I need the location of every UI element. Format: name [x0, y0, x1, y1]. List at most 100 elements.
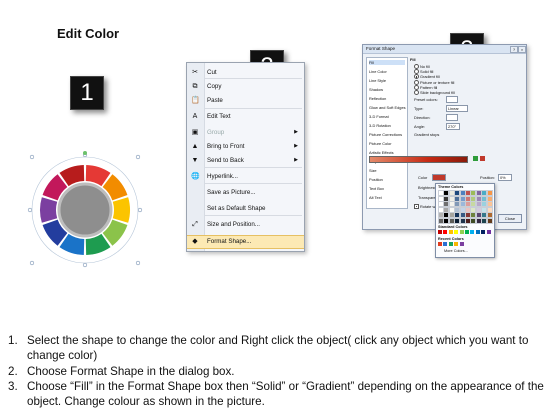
resize-handle[interactable] — [82, 262, 88, 268]
stop-color-button[interactable] — [432, 174, 446, 181]
group-icon: ▣ — [191, 129, 199, 136]
resize-handle[interactable] — [29, 154, 35, 160]
context-menu-item[interactable]: Save as Picture... — [187, 187, 304, 199]
fill-option-radio[interactable] — [414, 90, 419, 95]
context-menu-item[interactable]: 🌐 Hyperlink... — [187, 171, 304, 183]
position-label: Position: — [480, 175, 495, 180]
nav-item[interactable]: Alt Text — [369, 195, 382, 200]
context-menu-item[interactable]: ▲ Bring to Front ▶ — [187, 141, 304, 153]
menu-separator — [205, 167, 302, 168]
standard-color-swatch[interactable] — [475, 230, 480, 234]
position-spinner[interactable]: 0% — [498, 174, 512, 181]
page-title: Edit Color — [57, 26, 120, 41]
context-menu-item-label: Format Shape... — [207, 238, 252, 245]
color-wheel[interactable] — [25, 150, 145, 270]
fill-option-label: Slide background fill — [420, 90, 455, 95]
context-menu-item[interactable]: A Edit Text — [187, 111, 304, 123]
recent-color-swatch[interactable] — [454, 242, 459, 246]
nav-item[interactable]: Picture Color — [369, 141, 392, 146]
nav-item[interactable]: Shadow — [369, 87, 383, 92]
theme-colors-label: Theme Colors — [438, 185, 464, 189]
context-menu-item-label: Set as Default Shape — [207, 205, 266, 212]
theme-color-swatch[interactable] — [486, 218, 493, 224]
type-value: Linear — [448, 106, 459, 112]
resize-handle[interactable] — [135, 260, 141, 266]
submenu-arrow-icon: ▶ — [294, 157, 298, 163]
more-colors-link[interactable]: More Colors... — [444, 249, 468, 253]
wheel-center[interactable] — [57, 182, 113, 238]
edit-text-icon: A — [192, 113, 198, 120]
nav-item[interactable]: Line Color — [369, 69, 387, 74]
standard-color-swatch[interactable] — [459, 230, 464, 234]
send-to-back-icon: ▼ — [191, 157, 199, 164]
size-position-icon: ⤢ — [192, 221, 198, 228]
nav-item[interactable]: Artistic Effects — [369, 150, 394, 155]
context-menu-item[interactable]: ◆ Format Shape... — [187, 235, 304, 249]
nav-item[interactable]: Reflection — [369, 96, 386, 101]
nav-item[interactable]: Size — [369, 168, 377, 173]
close-icon[interactable]: × — [518, 46, 526, 53]
standard-color-swatch[interactable] — [443, 230, 448, 234]
menu-separator — [205, 108, 302, 109]
preset-colors-dropdown[interactable] — [446, 96, 458, 103]
standard-color-swatch[interactable] — [470, 230, 475, 234]
context-menu-item[interactable]: ▣ Group ▶ — [187, 127, 304, 139]
instruction-step: 2. Choose Format Shape in the dialog box. — [8, 364, 553, 379]
menu-separator — [205, 78, 302, 79]
resize-handle[interactable] — [137, 207, 143, 213]
fill-option-radio[interactable] — [414, 74, 419, 80]
angle-spinner[interactable]: 270° — [446, 123, 460, 130]
nav-item[interactable]: Line Style — [369, 78, 386, 83]
dialog-title: Format Shape — [366, 46, 396, 51]
standard-color-swatch[interactable] — [448, 230, 453, 234]
direction-dropdown[interactable] — [446, 114, 458, 121]
wheel-segment[interactable] — [40, 197, 58, 223]
standard-color-swatch[interactable] — [465, 230, 469, 234]
fill-option-radio[interactable] — [414, 79, 419, 85]
nav-item[interactable]: Picture Corrections — [369, 132, 402, 137]
context-menu-item[interactable]: ▼ Send to Back ▶ — [187, 155, 304, 167]
context-menu-item[interactable]: Set as Default Shape — [187, 203, 304, 215]
standard-colors-label: Standard Colors — [438, 225, 468, 229]
angle-label: Angle: — [414, 124, 426, 129]
resize-handle[interactable] — [135, 154, 141, 160]
wheel-segment[interactable] — [112, 197, 131, 223]
angle-value: 270° — [448, 124, 457, 130]
standard-color-swatch[interactable] — [454, 230, 459, 234]
format-shape-icon: ◆ — [192, 238, 198, 245]
nav-item[interactable]: Fill — [369, 60, 405, 65]
gradient-stops-label: Gradient stops — [414, 132, 440, 137]
add-stop-icon[interactable] — [473, 156, 478, 161]
remove-stop-icon[interactable] — [480, 156, 485, 161]
standard-color-swatch[interactable] — [486, 230, 491, 234]
recent-color-swatch[interactable] — [448, 242, 453, 246]
resize-handle[interactable] — [29, 260, 35, 266]
context-menu-item[interactable]: 📋 Paste — [187, 95, 304, 107]
position-value: 0% — [500, 175, 506, 181]
standard-color-swatch[interactable] — [481, 230, 486, 234]
direction-label: Direction: — [414, 115, 431, 120]
context-menu-item-label: Group — [207, 129, 225, 136]
step-number: 3. — [8, 379, 18, 393]
cut-icon: ✂ — [192, 69, 198, 76]
rotate-checkbox[interactable] — [414, 204, 419, 209]
nav-item[interactable]: Text Box — [369, 186, 384, 191]
recent-color-swatch[interactable] — [443, 242, 448, 246]
gradient-bar[interactable] — [369, 156, 468, 163]
context-menu-item[interactable]: ⧉ Copy — [187, 81, 304, 93]
nav-item[interactable]: Position — [369, 177, 383, 182]
standard-color-swatch[interactable] — [438, 230, 442, 234]
recent-color-swatch[interactable] — [459, 242, 464, 246]
nav-item[interactable]: 3-D Format — [369, 114, 389, 119]
recent-color-swatch[interactable] — [438, 242, 442, 246]
context-menu-item[interactable]: ⤢ Size and Position... — [187, 219, 304, 231]
nav-item[interactable]: Glow and Soft Edges — [369, 105, 406, 110]
close-button[interactable]: Close — [498, 214, 522, 223]
resize-handle[interactable] — [27, 207, 33, 213]
nav-item[interactable]: 3-D Rotation — [369, 123, 391, 128]
type-dropdown[interactable]: Linear — [446, 105, 468, 112]
rotate-handle[interactable] — [83, 151, 87, 155]
help-icon[interactable]: ? — [510, 46, 518, 53]
step-text: Choose Format Shape in the dialog box. — [27, 364, 235, 378]
context-menu: ✂ Cut ⧉ Copy 📋 Paste A Edit Text ▣ Group ▶ ▲ Bring t… — [186, 62, 305, 252]
